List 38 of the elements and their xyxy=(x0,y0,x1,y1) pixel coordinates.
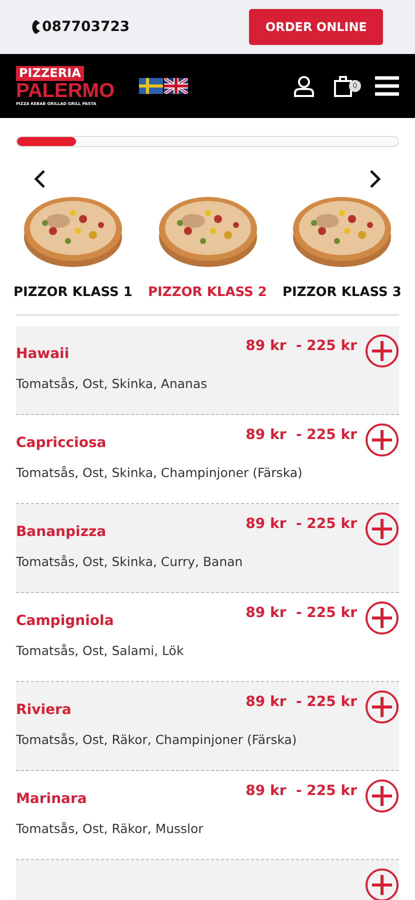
pizza-name: Marinara xyxy=(16,791,87,807)
add-icon[interactable] xyxy=(365,601,399,635)
add-icon[interactable] xyxy=(365,690,399,724)
menu-icon[interactable] xyxy=(375,76,399,96)
add-icon[interactable] xyxy=(365,334,399,368)
add-icon[interactable] xyxy=(365,779,399,813)
ingredients: Tomatsås, Ost, Räkor, Musslor xyxy=(16,821,204,836)
add-icon[interactable] xyxy=(365,868,399,900)
pizza-name: Riviera xyxy=(16,702,72,718)
ingredients: Tomatsås, Ost, Skinka, Champinjoner (Färska) xyxy=(16,465,304,480)
price-range: 89 kr - 225 kr xyxy=(246,516,357,532)
user-icon[interactable] xyxy=(293,75,315,97)
order-online-button[interactable]: ORDER ONLINE xyxy=(249,9,383,45)
ingredients: Tomatsås, Ost, Räkor, Champinjoner (Färska) xyxy=(16,732,298,747)
price-range: 89 kr - 225 kr xyxy=(246,605,357,621)
ingredients: Tomatsås, Ost, Skinka, Curry, Banan xyxy=(16,554,244,569)
phone-icon xyxy=(32,20,40,34)
price-range: 89 kr - 225 kr xyxy=(246,783,357,799)
category-tab[interactable]: PIZZOR KLASS 1 xyxy=(14,285,132,300)
pizza-name: Bananpizza xyxy=(16,524,106,540)
price-range: 89 kr - 225 kr xyxy=(246,694,357,710)
category-tab[interactable]: PIZZOR KLASS 2 xyxy=(148,285,267,300)
chevron-right-icon[interactable] xyxy=(369,169,381,189)
price-range: 89 kr - 225 kr xyxy=(246,338,357,354)
cart-icon[interactable] xyxy=(333,75,353,97)
phone-number[interactable]: 087703723 xyxy=(32,19,130,35)
british-flag-icon[interactable] xyxy=(164,78,188,94)
ingredients: Tomatsås, Ost, Skinka, Ananas xyxy=(16,376,208,391)
chevron-left-icon[interactable] xyxy=(34,169,46,189)
pizza-name: Campigniola xyxy=(16,613,114,629)
pizza-name: Capricciosa xyxy=(16,435,106,451)
add-icon[interactable] xyxy=(365,512,399,546)
swedish-flag-icon[interactable] xyxy=(138,78,163,94)
ingredients: Tomatsås, Ost, Salami, Lök xyxy=(16,643,185,658)
category-tab[interactable]: PIZZOR KLASS 3 xyxy=(282,285,402,300)
add-icon[interactable] xyxy=(365,423,399,457)
pizza-name: Hawaii xyxy=(16,346,70,362)
price-range: 89 kr - 225 kr xyxy=(246,427,357,443)
